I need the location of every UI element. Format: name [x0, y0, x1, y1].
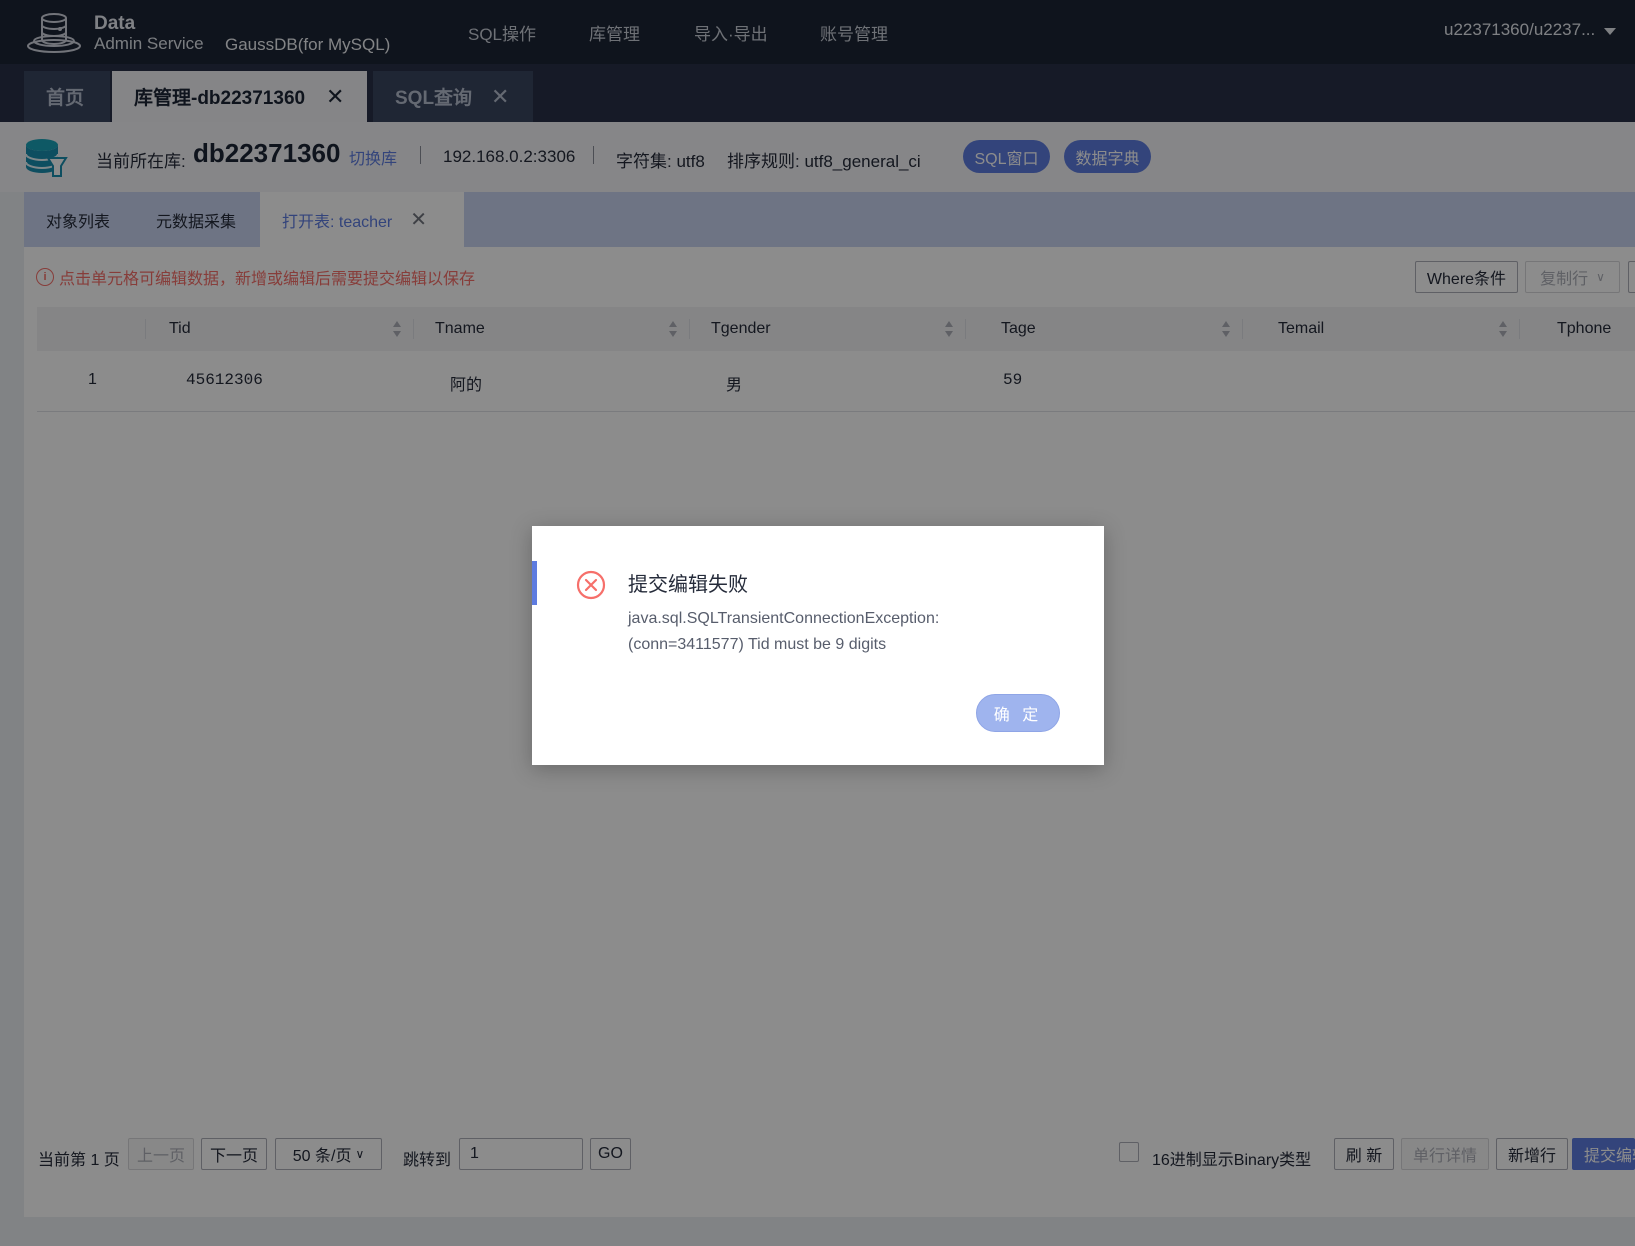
dialog-title: 提交编辑失败	[628, 574, 748, 596]
dialog-message: java.sql.SQLTransientConnectionException…	[628, 606, 1048, 658]
error-dialog: 提交编辑失败 java.sql.SQLTransientConnectionEx…	[532, 526, 1104, 765]
ok-button[interactable]: 确 定	[976, 694, 1060, 732]
dialog-message-line2: (conn=3411577) Tid must be 9 digits	[628, 636, 887, 653]
error-circle-icon	[576, 570, 606, 600]
dialog-accent-bar	[532, 561, 537, 605]
dialog-message-line1: java.sql.SQLTransientConnectionException…	[628, 610, 940, 627]
